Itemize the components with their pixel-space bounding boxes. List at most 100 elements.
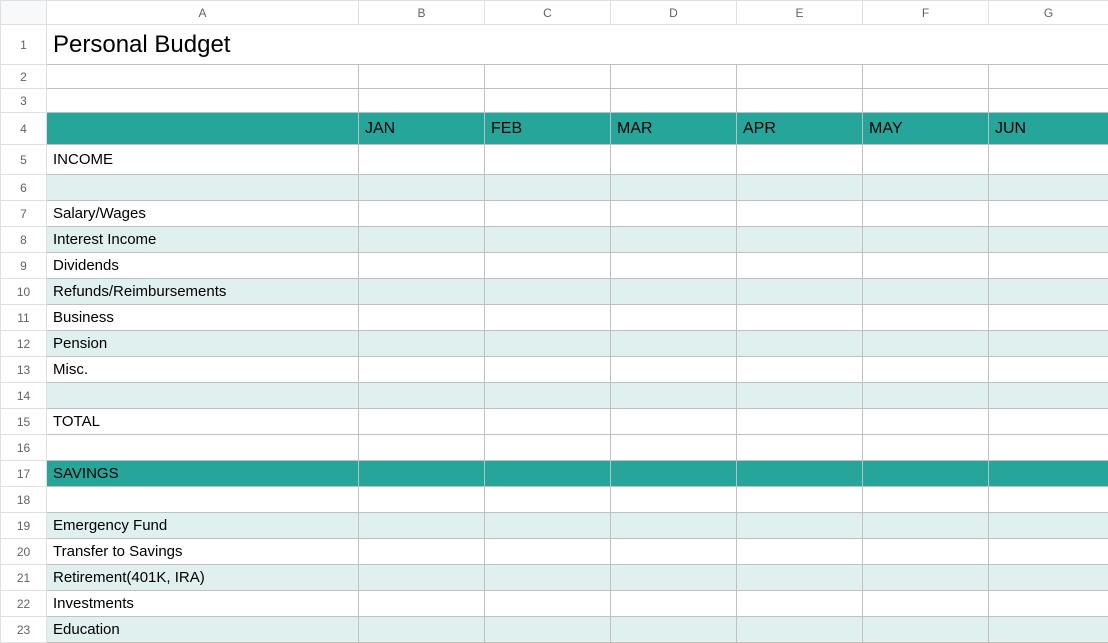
col-header-A[interactable]: A [47, 1, 359, 25]
cell-C15[interactable] [485, 409, 611, 435]
cell-C22[interactable] [485, 591, 611, 617]
cell-E14[interactable] [737, 383, 863, 409]
cell-B10[interactable] [359, 279, 485, 305]
cell-G10[interactable] [989, 279, 1108, 305]
cell-C23[interactable] [485, 617, 611, 643]
col-header-E[interactable]: E [737, 1, 863, 25]
cell-A10-refunds[interactable]: Refunds/Reimbursements [47, 279, 359, 305]
cell-F15[interactable] [863, 409, 989, 435]
cell-F22[interactable] [863, 591, 989, 617]
cell-C4-month[interactable]: FEB [485, 113, 611, 145]
row-header-14[interactable]: 14 [1, 383, 47, 409]
cell-C17[interactable] [485, 461, 611, 487]
row-header-7[interactable]: 7 [1, 201, 47, 227]
cell-D23[interactable] [611, 617, 737, 643]
cell-F5[interactable] [863, 145, 989, 175]
cell-G23[interactable] [989, 617, 1108, 643]
cell-G5[interactable] [989, 145, 1108, 175]
cell-G19[interactable] [989, 513, 1108, 539]
cell-A14[interactable] [47, 383, 359, 409]
cell-C16[interactable] [485, 435, 611, 461]
cell-E6[interactable] [737, 175, 863, 201]
cell-C18[interactable] [485, 487, 611, 513]
cell-C2[interactable] [485, 65, 611, 89]
cell-B6[interactable] [359, 175, 485, 201]
cell-D14[interactable] [611, 383, 737, 409]
row-header-22[interactable]: 22 [1, 591, 47, 617]
cell-E22[interactable] [737, 591, 863, 617]
cell-E3[interactable] [737, 89, 863, 113]
cell-G11[interactable] [989, 305, 1108, 331]
cell-A23-education[interactable]: Education [47, 617, 359, 643]
cell-G18[interactable] [989, 487, 1108, 513]
cell-F2[interactable] [863, 65, 989, 89]
row-header-1[interactable]: 1 [1, 25, 47, 65]
cell-A11-business[interactable]: Business [47, 305, 359, 331]
cell-F14[interactable] [863, 383, 989, 409]
cell-E2[interactable] [737, 65, 863, 89]
cell-B11[interactable] [359, 305, 485, 331]
cell-E1[interactable] [737, 25, 863, 65]
select-all-corner[interactable] [1, 1, 47, 25]
cell-C11[interactable] [485, 305, 611, 331]
cell-A15-total[interactable]: TOTAL [47, 409, 359, 435]
row-header-4[interactable]: 4 [1, 113, 47, 145]
cell-D6[interactable] [611, 175, 737, 201]
cell-B9[interactable] [359, 253, 485, 279]
row-header-20[interactable]: 20 [1, 539, 47, 565]
cell-G20[interactable] [989, 539, 1108, 565]
cell-D9[interactable] [611, 253, 737, 279]
cell-E5[interactable] [737, 145, 863, 175]
cell-G9[interactable] [989, 253, 1108, 279]
cell-C13[interactable] [485, 357, 611, 383]
cell-D19[interactable] [611, 513, 737, 539]
cell-C9[interactable] [485, 253, 611, 279]
cell-G15[interactable] [989, 409, 1108, 435]
cell-A3[interactable] [47, 89, 359, 113]
cell-G1[interactable] [989, 25, 1108, 65]
cell-G16[interactable] [989, 435, 1108, 461]
cell-E20[interactable] [737, 539, 863, 565]
cell-F21[interactable] [863, 565, 989, 591]
cell-F19[interactable] [863, 513, 989, 539]
cell-C1[interactable] [485, 25, 611, 65]
cell-D8[interactable] [611, 227, 737, 253]
cell-D20[interactable] [611, 539, 737, 565]
cell-A16[interactable] [47, 435, 359, 461]
cell-A7-salary[interactable]: Salary/Wages [47, 201, 359, 227]
cell-E18[interactable] [737, 487, 863, 513]
cell-D5[interactable] [611, 145, 737, 175]
cell-B3[interactable] [359, 89, 485, 113]
cell-A17-savings-header[interactable]: SAVINGS [47, 461, 359, 487]
cell-A8-interest[interactable]: Interest Income [47, 227, 359, 253]
cell-F1[interactable] [863, 25, 989, 65]
cell-F23[interactable] [863, 617, 989, 643]
cell-A9-dividends[interactable]: Dividends [47, 253, 359, 279]
cell-G3[interactable] [989, 89, 1108, 113]
cell-D22[interactable] [611, 591, 737, 617]
cell-F11[interactable] [863, 305, 989, 331]
cell-B14[interactable] [359, 383, 485, 409]
cell-E17[interactable] [737, 461, 863, 487]
cell-B23[interactable] [359, 617, 485, 643]
cell-C5[interactable] [485, 145, 611, 175]
cell-F4-month[interactable]: MAY [863, 113, 989, 145]
cell-B19[interactable] [359, 513, 485, 539]
cell-C6[interactable] [485, 175, 611, 201]
row-header-17[interactable]: 17 [1, 461, 47, 487]
cell-C12[interactable] [485, 331, 611, 357]
row-header-3[interactable]: 3 [1, 89, 47, 113]
cell-D11[interactable] [611, 305, 737, 331]
cell-D15[interactable] [611, 409, 737, 435]
cell-A13-misc[interactable]: Misc. [47, 357, 359, 383]
cell-C21[interactable] [485, 565, 611, 591]
cell-G13[interactable] [989, 357, 1108, 383]
cell-E13[interactable] [737, 357, 863, 383]
row-header-2[interactable]: 2 [1, 65, 47, 89]
cell-B20[interactable] [359, 539, 485, 565]
cell-A5-income-header[interactable]: INCOME [47, 145, 359, 175]
cell-C19[interactable] [485, 513, 611, 539]
cell-B15[interactable] [359, 409, 485, 435]
cell-D7[interactable] [611, 201, 737, 227]
cell-F12[interactable] [863, 331, 989, 357]
